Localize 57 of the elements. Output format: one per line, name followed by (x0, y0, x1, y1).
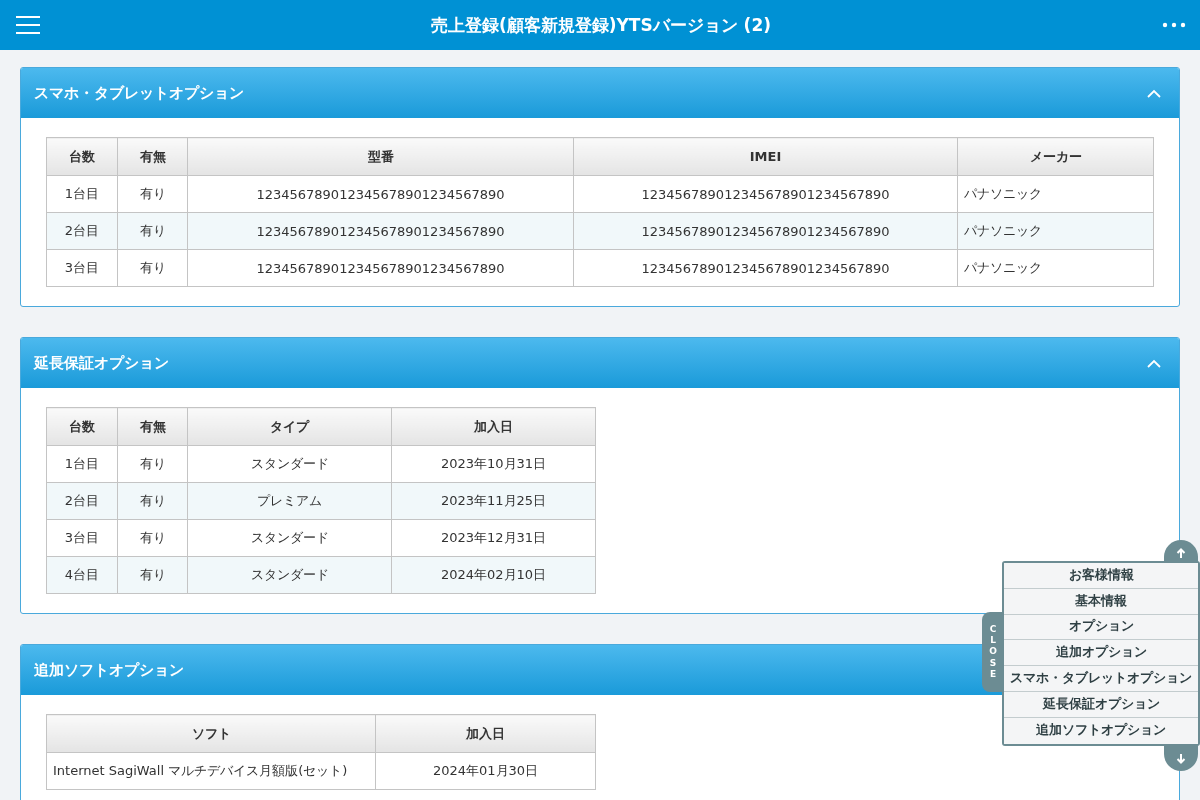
column-header: 加入日 (375, 714, 596, 753)
column-header: 台数 (46, 407, 118, 446)
table-cell: 123456789012345678901234567890 (573, 212, 958, 250)
table-cell: 123456789012345678901234567890 (187, 175, 574, 213)
column-header: IMEI (573, 137, 958, 176)
table-cell: 有り (117, 482, 188, 520)
column-header: メーカー (957, 137, 1154, 176)
column-header: 台数 (46, 137, 118, 176)
close-tab[interactable]: CLOSE (982, 612, 1004, 692)
table-cell: 2023年10月31日 (391, 445, 596, 483)
table-cell: 有り (117, 212, 188, 250)
table-cell: 2台目 (46, 482, 118, 520)
table-cell: 有り (117, 445, 188, 483)
table-cell: 有り (117, 519, 188, 557)
table-cell: 123456789012345678901234567890 (573, 249, 958, 287)
table-cell: 有り (117, 556, 188, 594)
section-title: 追加ソフトオプション (34, 660, 184, 680)
table-cell: 123456789012345678901234567890 (187, 212, 574, 250)
menu-icon[interactable] (16, 16, 40, 34)
table-cell: パナソニック (957, 175, 1154, 213)
more-icon[interactable] (1162, 22, 1186, 28)
table-cell: スタンダード (187, 519, 392, 557)
column-header: 有無 (117, 137, 188, 176)
table-cell: 有り (117, 249, 188, 287)
table-cell: 有り (117, 175, 188, 213)
section-title: 延長保証オプション (34, 353, 169, 373)
table-cell: プレミアム (187, 482, 392, 520)
table-cell: 2024年02月10日 (391, 556, 596, 594)
table-cell: 2024年01月30日 (375, 752, 596, 790)
column-header: 型番 (187, 137, 574, 176)
table-cell: 123456789012345678901234567890 (187, 249, 574, 287)
navigation-item[interactable]: お客様情報 (1004, 563, 1198, 589)
table-cell: 3台目 (46, 249, 118, 287)
table-cell: 2台目 (46, 212, 118, 250)
table-cell: 1台目 (46, 445, 118, 483)
section-title: スマホ・タブレットオプション (34, 83, 244, 103)
page-title: 売上登録(顧客新規登録)YTSバージョン (2) (431, 13, 771, 37)
column-header: 有無 (117, 407, 188, 446)
table-cell: パナソニック (957, 249, 1154, 287)
table-cell: スタンダード (187, 556, 392, 594)
table-cell: Internet SagiWall マルチデバイス月額版(セット) (46, 752, 376, 790)
column-header: タイプ (187, 407, 392, 446)
table-cell: 3台目 (46, 519, 118, 557)
table-cell: スタンダード (187, 445, 392, 483)
column-header: ソフト (46, 714, 376, 753)
column-header: 加入日 (391, 407, 596, 446)
table-cell: パナソニック (957, 212, 1154, 250)
chevron-icon[interactable] (1147, 88, 1161, 98)
table-cell: 1台目 (46, 175, 118, 213)
scroll-down-button[interactable] (1164, 745, 1198, 771)
table-cell: 2023年11月25日 (391, 482, 596, 520)
arrow-down-icon (1176, 752, 1186, 764)
table-cell: 123456789012345678901234567890 (573, 175, 958, 213)
chevron-icon[interactable] (1147, 358, 1161, 368)
table-cell: 2023年12月31日 (391, 519, 596, 557)
arrow-up-icon (1176, 547, 1186, 559)
table-cell: 4台目 (46, 556, 118, 594)
